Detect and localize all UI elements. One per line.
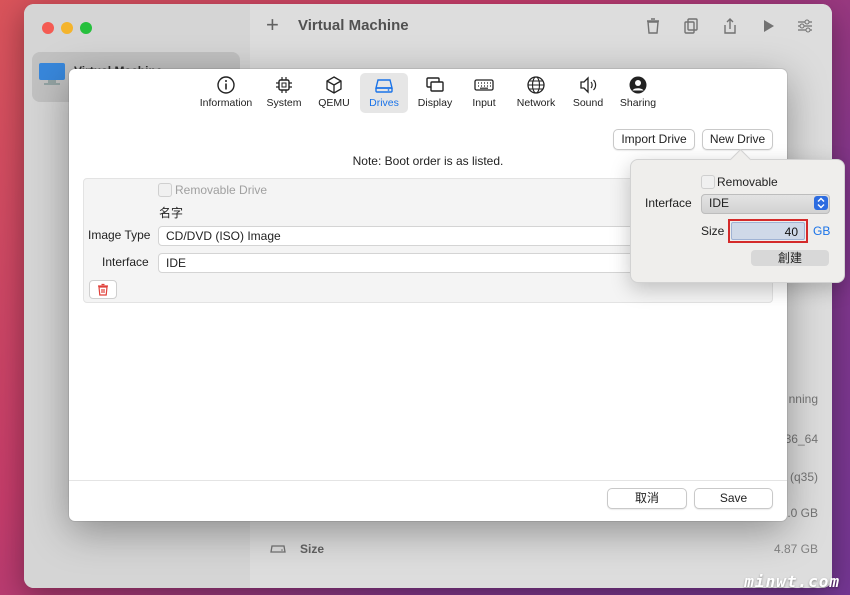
popover-interface-value: IDE [709, 196, 730, 210]
delete-drive-button[interactable] [89, 280, 117, 299]
image-type-value: CD/DVD (ISO) Image [166, 229, 281, 243]
tab-input-label: Input [472, 97, 496, 109]
new-drive-button[interactable]: New Drive [702, 129, 773, 150]
chevron-updown-icon [814, 196, 828, 210]
tab-network[interactable]: Network [509, 73, 563, 113]
tab-sharing[interactable]: Sharing [613, 73, 663, 113]
tab-sound[interactable]: Sound [566, 73, 610, 113]
popover-size-label: Size [701, 224, 725, 238]
tab-drives-label: Drives [369, 97, 399, 109]
image-type-label: Image Type [88, 228, 151, 242]
tab-drives[interactable]: Drives [360, 73, 408, 113]
tab-qemu[interactable]: QEMU [311, 73, 357, 113]
interface-value: IDE [166, 256, 187, 270]
drive-icon [375, 79, 393, 93]
cube-icon [326, 76, 342, 94]
tab-sharing-label: Sharing [619, 97, 657, 109]
new-drive-popover: Removable Interface IDE Size 40 GB 創建 [630, 148, 845, 283]
chip-icon [276, 77, 292, 93]
tab-display[interactable]: Display [411, 73, 459, 113]
removable-checkbox[interactable] [701, 175, 715, 189]
tab-information-label: Information [199, 97, 253, 109]
tab-system-label: System [266, 97, 302, 109]
display-icon [426, 77, 444, 92]
create-button[interactable]: 創建 [751, 250, 829, 266]
keyboard-icon [474, 79, 494, 91]
tab-information[interactable]: Information [193, 73, 259, 113]
tab-display-label: Display [417, 97, 453, 109]
tab-input[interactable]: Input [463, 73, 505, 113]
tab-qemu-label: QEMU [318, 97, 350, 109]
drive-name-label: 名字 [159, 206, 184, 220]
removable-label: Removable [717, 175, 778, 189]
trash-icon [98, 283, 108, 296]
popover-interface-label: Interface [645, 196, 692, 210]
globe-icon [527, 76, 545, 94]
save-button[interactable]: Save [694, 488, 773, 509]
removable-drive-label: Removable Drive [175, 183, 268, 197]
import-drive-button[interactable]: Import Drive [613, 129, 695, 150]
settings-sheet: Information System QEMU Drives Display I… [69, 69, 787, 521]
interface-label: Interface [102, 255, 149, 269]
popover-interface-select[interactable]: IDE [701, 194, 830, 214]
person-icon [629, 76, 647, 94]
tab-sound-label: Sound [572, 97, 604, 109]
size-input-highlight [728, 219, 808, 243]
tab-network-label: Network [516, 97, 556, 109]
size-unit-label[interactable]: GB [813, 224, 830, 238]
info-icon [217, 76, 235, 94]
cancel-button[interactable]: 取消 [607, 488, 687, 509]
removable-drive-checkbox[interactable] [158, 183, 172, 197]
watermark-text: minwt.com [744, 572, 840, 591]
tab-system[interactable]: System [261, 73, 307, 113]
footer-divider [69, 480, 787, 481]
speaker-icon [580, 76, 597, 94]
